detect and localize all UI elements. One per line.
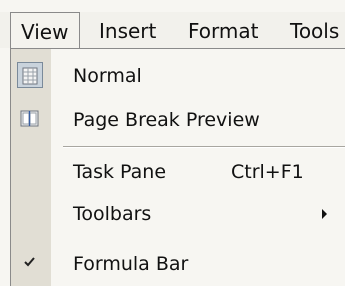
submenu-arrow-icon <box>322 209 327 219</box>
menu-item-toolbars-label: Toolbars <box>73 203 152 225</box>
menu-insert-label: Insert <box>99 19 157 43</box>
menu-item-task-pane[interactable]: Task Pane Ctrl+F1 <box>11 151 345 193</box>
excel-window-crop: View Insert Format Tools Normal Page Bre… <box>0 0 345 286</box>
menu-bar: View Insert Format Tools <box>0 12 345 50</box>
menu-format[interactable]: Format <box>188 12 258 48</box>
menu-insert[interactable]: Insert <box>99 12 156 48</box>
menu-view-label: View <box>21 20 69 44</box>
menu-tools-label: Tools <box>290 19 340 43</box>
menu-item-task-pane-label: Task Pane <box>73 161 167 183</box>
menu-item-page-break-preview[interactable]: Page Break Preview <box>11 99 345 141</box>
menu-item-normal[interactable]: Normal <box>11 55 345 97</box>
menu-item-normal-label: Normal <box>73 65 142 87</box>
menu-item-toolbars[interactable]: Toolbars <box>11 193 345 235</box>
view-dropdown-menu: Normal Page Break Preview Task Pane Ctrl… <box>10 48 345 286</box>
menu-item-formula-bar[interactable]: Formula Bar <box>11 243 345 285</box>
menu-item-page-break-preview-label: Page Break Preview <box>73 109 260 131</box>
menu-item-task-pane-shortcut: Ctrl+F1 <box>231 161 304 183</box>
menu-view[interactable]: View <box>10 12 80 50</box>
menu-separator-highlight <box>63 147 345 148</box>
menu-tools[interactable]: Tools <box>290 12 339 48</box>
menu-format-label: Format <box>188 19 259 43</box>
menu-item-formula-bar-label: Formula Bar <box>73 253 189 275</box>
